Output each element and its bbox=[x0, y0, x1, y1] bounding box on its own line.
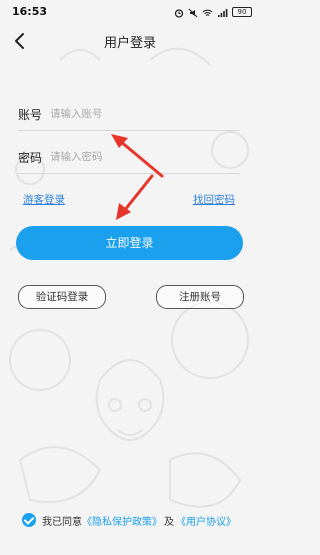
account-label: 账号 bbox=[18, 108, 43, 122]
agree-checkbox[interactable] bbox=[22, 513, 36, 527]
privacy-policy-link[interactable]: 《隐私保护政策》 bbox=[82, 513, 162, 528]
status-time: 16:53 bbox=[12, 5, 48, 18]
register-button[interactable]: 注册账号 bbox=[156, 285, 244, 309]
page-title: 用户登录 bbox=[103, 36, 156, 51]
background-illustration bbox=[0, 0, 260, 555]
account-input[interactable] bbox=[50, 103, 230, 125]
signal-icon bbox=[217, 3, 228, 22]
nav-bar: 用户登录 bbox=[0, 24, 260, 60]
status-icons: 90 bbox=[174, 4, 252, 20]
password-input[interactable] bbox=[50, 146, 230, 168]
user-agreement-link[interactable]: 《用户协议》 bbox=[176, 513, 236, 528]
account-field: 账号 bbox=[18, 100, 240, 131]
login-button[interactable]: 立即登录 bbox=[16, 226, 243, 260]
status-bar: 16:53 90 bbox=[0, 0, 260, 24]
agree-prefix: 我已同意 bbox=[42, 516, 82, 528]
battery-level: 90 bbox=[237, 8, 247, 16]
find-password-link[interactable]: 找回密码 bbox=[193, 192, 235, 207]
agreement-row: 我已同意 《隐私保护政策》 及 《用户协议》 bbox=[22, 512, 236, 528]
battery-icon: 90 bbox=[232, 7, 252, 17]
agree-and: 及 bbox=[164, 516, 174, 528]
code-login-button[interactable]: 验证码登录 bbox=[18, 285, 106, 309]
mute-icon bbox=[188, 3, 198, 22]
guest-login-link[interactable]: 游客登录 bbox=[23, 192, 65, 207]
password-label: 密码 bbox=[18, 151, 43, 165]
password-field: 密码 bbox=[18, 143, 240, 174]
alarm-icon bbox=[174, 3, 184, 22]
wifi-icon bbox=[202, 3, 213, 22]
